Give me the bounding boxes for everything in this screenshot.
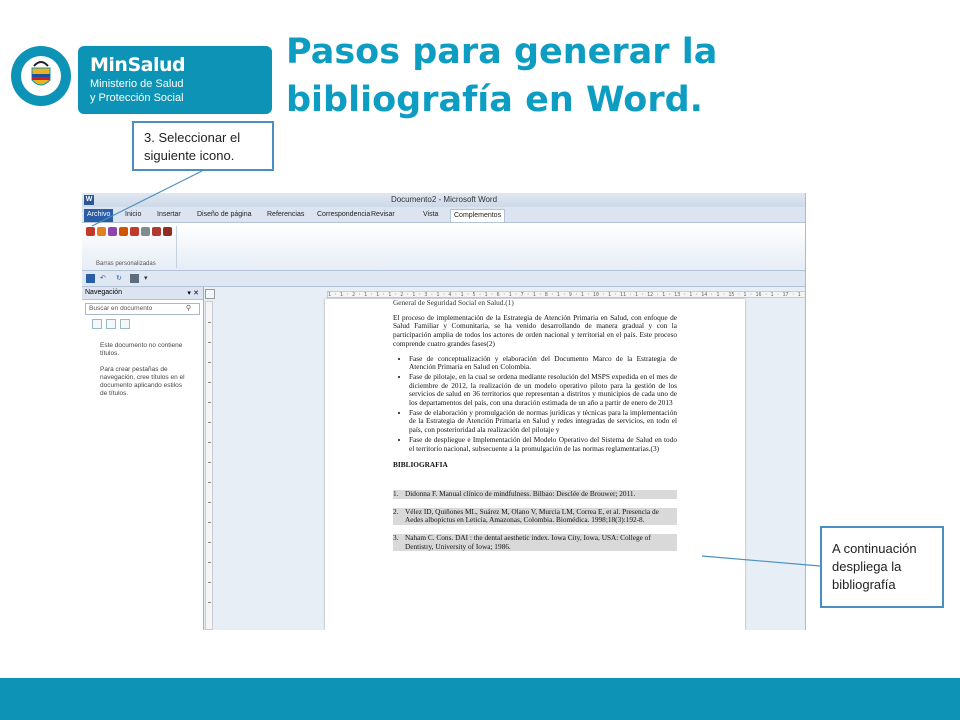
- footer-band: [0, 678, 960, 720]
- callout-arrow-2: [701, 555, 821, 567]
- callout-arrow-1: [91, 170, 203, 227]
- slide: { "header": { "logo_name": "MinSalud", "…: [0, 0, 960, 720]
- callout-arrows: [91, 170, 821, 567]
